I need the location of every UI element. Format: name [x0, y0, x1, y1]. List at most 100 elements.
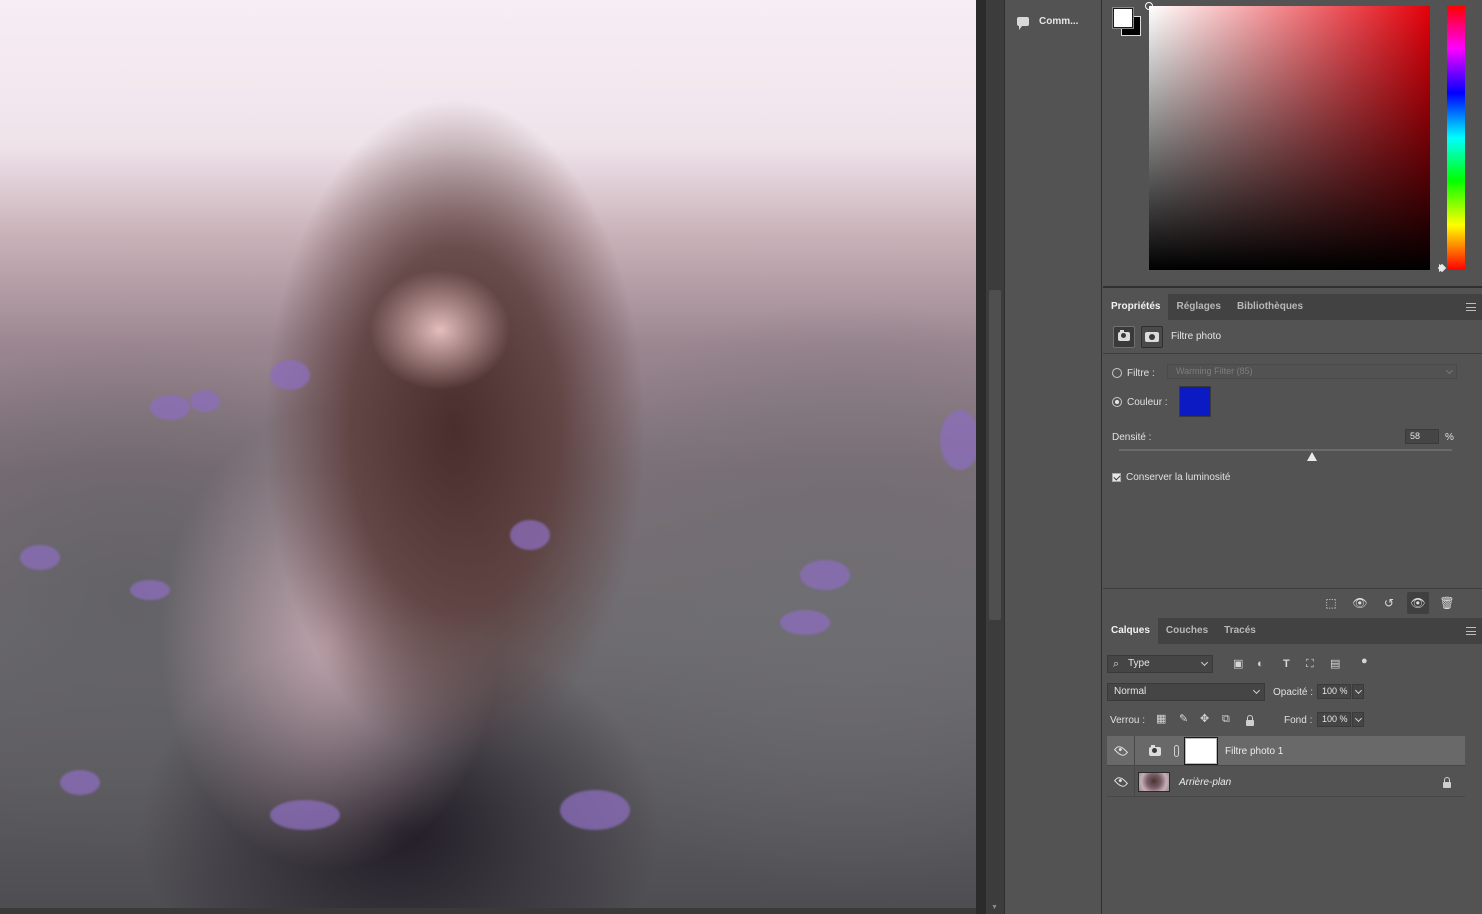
fill-label: Fond :: [1284, 715, 1313, 726]
trash-icon[interactable]: 🗑: [1439, 595, 1455, 611]
flower-decoration: [130, 580, 170, 600]
eye-icon: [1113, 774, 1129, 790]
properties-panel: Propriétés Réglages Bibliothèques Filtre…: [1103, 294, 1482, 616]
hue-slider-marker[interactable]: [1439, 264, 1445, 272]
flower-decoration: [150, 395, 190, 420]
properties-tabs: Propriétés Réglages Bibliothèques: [1103, 294, 1482, 320]
preserve-luminosity-label: Conserver la luminosité: [1126, 472, 1231, 483]
layer-visibility-toggle[interactable]: [1107, 767, 1135, 797]
link-icon[interactable]: [1174, 745, 1179, 757]
flower-decoration: [560, 790, 630, 830]
canvas-scrollbar[interactable]: ▼: [986, 0, 1004, 914]
blend-mode-value: Normal: [1114, 686, 1147, 697]
layer-row-filtre-photo-1[interactable]: Filtre photo 1: [1107, 736, 1465, 766]
layer-name: Filtre photo 1: [1225, 746, 1284, 757]
layer-filter-kind-select[interactable]: ⌕ Type: [1107, 655, 1213, 673]
saturation-brightness-field[interactable]: [1149, 6, 1430, 270]
reset-icon[interactable]: ↺: [1381, 595, 1397, 611]
chevron-down-icon: [1200, 658, 1209, 667]
layer-thumbnail: [1138, 772, 1170, 792]
panel-icon-strip: Comm...: [1004, 0, 1102, 914]
lock-artboard-icon[interactable]: ⧉: [1222, 713, 1230, 725]
flower-decoration: [270, 800, 340, 830]
tab-reglages[interactable]: Réglages: [1168, 294, 1228, 320]
scrollbar-thumb[interactable]: [989, 290, 1001, 620]
flower-decoration: [20, 545, 60, 570]
lock-position-icon[interactable]: ✥: [1200, 713, 1209, 725]
right-panels: Propriétés Réglages Bibliothèques Filtre…: [1103, 0, 1482, 914]
layer-filter-kind-value: Type: [1128, 658, 1150, 669]
scroll-down-icon[interactable]: ▼: [991, 904, 998, 911]
view-previous-state-icon[interactable]: 👁: [1352, 595, 1368, 611]
hue-slider[interactable]: [1447, 6, 1465, 270]
opacity-dropdown-button[interactable]: [1352, 684, 1364, 699]
photo-filter-icon: [1118, 330, 1130, 341]
panel-menu-icon[interactable]: [1466, 627, 1476, 635]
document-canvas[interactable]: [0, 0, 976, 908]
filter-toggle-icon[interactable]: ●: [1361, 655, 1368, 667]
flower-decoration: [60, 770, 100, 795]
panel-menu-icon[interactable]: [1466, 303, 1476, 311]
fill-input[interactable]: 100 %: [1317, 712, 1351, 727]
mask-props-button[interactable]: [1141, 325, 1163, 348]
shape-layer-filter-icon[interactable]: ⛶: [1306, 658, 1314, 670]
chevron-down-icon: [1445, 366, 1454, 375]
foreground-color-swatch[interactable]: [1112, 7, 1134, 29]
properties-header: Filtre photo: [1103, 320, 1482, 354]
opacity-label: Opacité :: [1273, 687, 1314, 698]
opacity-input[interactable]: 100 %: [1317, 684, 1351, 699]
preserve-luminosity-checkbox[interactable]: [1112, 473, 1121, 482]
color-panel: [1103, 0, 1482, 288]
clip-to-layer-icon[interactable]: ⬚: [1323, 595, 1339, 611]
layer-visibility-toggle[interactable]: [1107, 736, 1135, 766]
filter-radio[interactable]: [1112, 368, 1122, 378]
filter-select-value: Warming Filter (85): [1176, 366, 1253, 376]
flower-decoration: [800, 560, 850, 590]
filter-select[interactable]: Warming Filter (85): [1167, 364, 1457, 379]
toggle-visibility-icon[interactable]: 👁: [1407, 592, 1429, 614]
flower-decoration: [780, 610, 830, 635]
adjustment-props-button[interactable]: [1113, 325, 1135, 348]
density-label: Densité :: [1112, 432, 1152, 443]
filter-label: Filtre :: [1127, 368, 1155, 379]
lock-all-icon[interactable]: [1246, 715, 1254, 726]
comment-icon: [1017, 16, 1029, 30]
layer-row-arriere-plan[interactable]: Arrière-plan: [1107, 767, 1465, 797]
tab-traces[interactable]: Tracés: [1216, 618, 1264, 644]
lock-transparency-icon[interactable]: ▦: [1156, 713, 1166, 725]
filter-color-swatch[interactable]: [1179, 386, 1211, 417]
blend-mode-select[interactable]: Normal: [1107, 683, 1265, 701]
canvas-bottom-edge: [0, 908, 976, 914]
lock-label: Verrou :: [1110, 715, 1146, 726]
adjustment-layer-filter-icon[interactable]: ◐: [1257, 658, 1264, 670]
tab-calques[interactable]: Calques: [1103, 618, 1158, 644]
layers-tabs: Calques Couches Tracés: [1103, 618, 1482, 644]
flower-decoration: [510, 520, 550, 550]
tab-proprietes[interactable]: Propriétés: [1103, 294, 1169, 320]
tab-couches[interactable]: Couches: [1158, 618, 1216, 644]
lock-pixels-icon[interactable]: ✎: [1179, 713, 1188, 725]
canvas-separator: [976, 0, 986, 914]
chevron-down-icon: [1252, 686, 1261, 695]
layer-mask-icon: [1145, 331, 1159, 342]
layer-name: Arrière-plan: [1179, 777, 1232, 788]
density-unit: %: [1445, 432, 1454, 443]
pixel-layer-filter-icon[interactable]: ▣: [1233, 658, 1243, 670]
flower-decoration: [190, 390, 220, 412]
photo-filter-icon: [1149, 745, 1161, 756]
layer-mask-thumbnail[interactable]: [1184, 737, 1218, 765]
smart-object-filter-icon[interactable]: ▤: [1330, 658, 1340, 670]
tab-bibliotheques[interactable]: Bibliothèques: [1229, 294, 1311, 320]
comments-label: Comm...: [1039, 15, 1079, 27]
search-icon: ⌕: [1113, 658, 1120, 670]
properties-title: Filtre photo: [1171, 331, 1222, 342]
flower-decoration: [940, 410, 976, 470]
density-slider-thumb[interactable]: [1307, 452, 1318, 461]
comments-panel-button[interactable]: Comm...: [1005, 8, 1102, 34]
density-slider-track[interactable]: [1119, 449, 1452, 451]
color-radio[interactable]: [1112, 397, 1122, 407]
color-field-cursor[interactable]: [1145, 2, 1153, 10]
density-input[interactable]: 58: [1405, 429, 1439, 444]
fill-dropdown-button[interactable]: [1352, 712, 1364, 727]
type-layer-filter-icon[interactable]: T: [1283, 658, 1290, 670]
